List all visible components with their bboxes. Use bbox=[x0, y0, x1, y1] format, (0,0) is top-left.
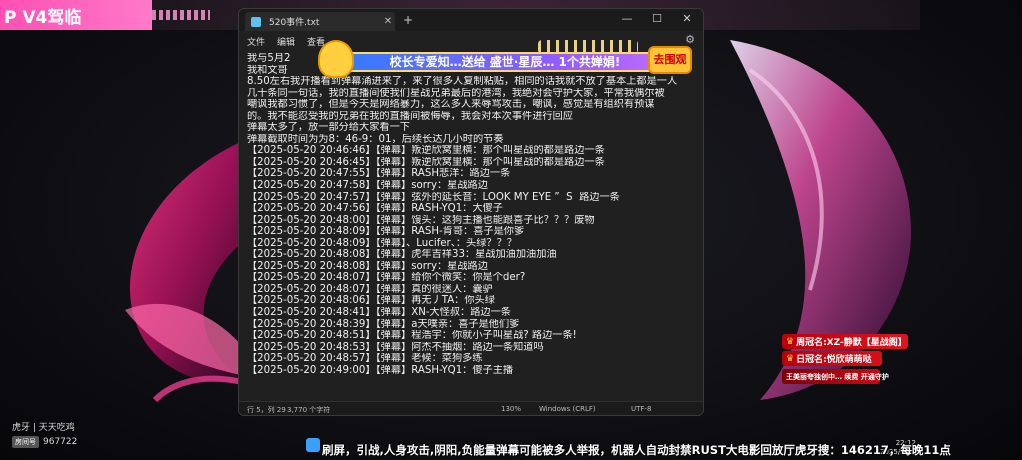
danmaku-line: 【2025-05-20 20:49:00】【弹幕】RASH-YQ1：傻子主播 bbox=[247, 364, 514, 376]
intro-line: 的。我不能忍受我的兄弟在我的直播间被侮辱，我会对本次事件进行回应 bbox=[247, 110, 573, 122]
badge-sparkle-trail bbox=[152, 10, 210, 20]
weekly-sponsor-badge: ♛ 周冠名:XZ-静默【星战阁】 bbox=[782, 334, 908, 349]
danmaku-line: 【2025-05-20 20:48:08】【弹幕】虎年吉祥33：星战加油加油加油 bbox=[247, 249, 557, 261]
danmaku-line: 【2025-05-20 20:46:46】【弹幕】叛逆欣窝里横：那个叫星战的都是… bbox=[247, 145, 605, 157]
status-position: 行 5，列 29 bbox=[247, 406, 286, 414]
tab-close-icon[interactable]: ✕ bbox=[381, 16, 395, 27]
gift-banner-text: 校长专爱知…送给 盛世·星辰… 1个共婵娟! bbox=[389, 55, 621, 69]
menu-file[interactable]: 文件 bbox=[247, 35, 265, 48]
daily-sponsor-badge: ♛ 日冠名:悦欣萌萌哒 bbox=[782, 351, 882, 366]
intro-line: 几十条同一句话，我的直播间使我们星战兄弟最后的港湾，我绝对会守护大家，平常我偶尔… bbox=[247, 87, 665, 99]
danmaku-line: 【2025-05-20 20:46:45】【弹幕】叛逆欣窝里横：那个叫星战的都是… bbox=[247, 156, 605, 168]
sponsor-badges: ♛ 周冠名:XZ-静默【星战阁】 ♛ 日冠名:悦欣萌萌哒 王美丽夸独创中… 续费… bbox=[782, 334, 910, 386]
intro-line: 嘲讽我都习惯了，但是今天是网络暴力，这么多人来辱骂攻击，嘲讽，感觉是有组织有预谋 bbox=[247, 99, 655, 111]
danmaku-line: 【2025-05-20 20:48:09】【弹幕】、Lucifer、：头绿？？？ bbox=[247, 237, 517, 249]
notepad-app-icon bbox=[251, 16, 261, 27]
tab-520-file[interactable]: 520事件.txt ✕ bbox=[245, 12, 395, 31]
danmaku-line: 【2025-05-20 20:47:58】【弹幕】sorry：星战路边 bbox=[247, 180, 488, 192]
desktop-stream-frame: P V4驾临 520事件.txt ✕ + — ☐ ✕ 文件 编辑 查看 ⚙ 我与… bbox=[0, 0, 1022, 460]
status-line-ending: Windows (CRLF) bbox=[539, 405, 596, 413]
taskbar bbox=[306, 438, 320, 452]
intro-line: 弹幕截取时间为为8：46-9：01，后续长达几小时的节奏 bbox=[247, 133, 504, 145]
daily-sponsor-text: 日冠名:悦欣萌萌哒 bbox=[796, 355, 872, 365]
room-number: 967722 bbox=[43, 437, 78, 447]
go-watch-button[interactable]: 去围观 bbox=[648, 46, 692, 74]
status-zoom[interactable]: 130% bbox=[501, 405, 521, 413]
danmaku-line: 【2025-05-20 20:48:07】【弹幕】给你个微笑：你是个der? bbox=[247, 272, 526, 284]
danmaku-line: 【2025-05-20 20:48:07】【弹幕】真的很迷人：囊驴 bbox=[247, 283, 493, 295]
intro-line: 弹幕太多了，放一部分给大家看一下 bbox=[247, 122, 410, 134]
new-tab-button[interactable]: + bbox=[403, 13, 413, 27]
danmaku-line: 【2025-05-20 20:48:00】【弹幕】馒头：这狗主播也能跟喜子比？？… bbox=[247, 214, 595, 226]
weekly-sponsor-text: 周冠名:XZ-静默【星战阁】 bbox=[796, 338, 907, 348]
notepad-statusbar: 行 5，列 29 3,770 个字符 130% Windows (CRLF) U… bbox=[239, 401, 703, 415]
scrolling-notice-ticker: 刷屏，引战,人身攻击,阴阳,负能量弹幕可能被多人举报，机器人自动封禁RUST大电… bbox=[322, 443, 951, 457]
windows-start-icon[interactable] bbox=[306, 438, 320, 452]
danmaku-line: 【2025-05-20 20:47:55】【弹幕】RASH悲洋：路边一条 bbox=[247, 168, 511, 180]
danmaku-line: 【2025-05-20 20:48:06】【弹幕】再无丿TA：你头绿 bbox=[247, 295, 495, 307]
danmaku-line: 【2025-05-20 20:48:09】【弹幕】RASH-肯哥：喜子是你爹 bbox=[247, 226, 525, 238]
status-encoding: UTF-8 bbox=[631, 405, 652, 413]
danmaku-line: 【2025-05-20 20:47:57】【弹幕】弦外的延长音：LOOK MY … bbox=[247, 191, 620, 203]
room-info: 房间号 967722 bbox=[12, 436, 77, 448]
guardian-notice-text: 王美丽夸独创中… 续费 开通守护 bbox=[786, 372, 889, 381]
guardian-notice-badge[interactable]: 王美丽夸独创中… 续费 开通守护 bbox=[782, 369, 889, 384]
menu-edit[interactable]: 编辑 bbox=[277, 35, 295, 48]
streamer-name: 虎牙 | 天天吃鸡 bbox=[12, 423, 75, 433]
maximize-button[interactable]: ☐ bbox=[643, 12, 671, 25]
danmaku-line: 【2025-05-20 20:47:56】【弹幕】RASH-YQ1：大傻子 bbox=[247, 203, 503, 215]
status-char-count: 3,770 个字符 bbox=[287, 406, 331, 414]
danmaku-line: 【2025-05-20 20:48:39】【弹幕】a天噗亲：喜子是他们爹 bbox=[247, 318, 520, 330]
notepad-text-area[interactable]: 我与5月2 我和文哥 8.50左右我开播看到弹幕涌进来了，来了很多人复制粘贴，相… bbox=[247, 53, 693, 405]
danmaku-line: 【2025-05-20 20:48:53】【弹幕】阿杰不抽烟：路边一条知道吗 bbox=[247, 341, 544, 353]
stream-vip-badge: P V4驾临 bbox=[0, 0, 152, 30]
close-window-button[interactable]: ✕ bbox=[673, 12, 701, 25]
gift-announcement-banner: 校长专爱知…送给 盛世·星辰… 1个共婵娟! 去围观 bbox=[318, 40, 692, 78]
gift-mascot-icon bbox=[318, 40, 354, 78]
tab-title: 520事件.txt bbox=[269, 18, 320, 28]
minimize-button[interactable]: — bbox=[613, 12, 641, 25]
room-number-tag: 房间号 bbox=[12, 436, 39, 448]
danmaku-line: 【2025-05-20 20:48:51】【弹幕】程浩宇：你就小子叫星战? 路边… bbox=[247, 330, 577, 342]
danmaku-line: 【2025-05-20 20:48:08】【弹幕】sorry：星战路边 bbox=[247, 260, 488, 272]
danmaku-line: 【2025-05-20 20:48:57】【弹幕】老候：菜狗多练 bbox=[247, 353, 483, 365]
notepad-titlebar[interactable]: 520事件.txt ✕ + — ☐ ✕ bbox=[239, 9, 703, 31]
crown-icon: ♛ bbox=[786, 336, 795, 347]
crown-icon: ♛ bbox=[786, 353, 795, 364]
danmaku-line: 【2025-05-20 20:48:41】【弹幕】XN-大怪叔：路边一条 bbox=[247, 307, 511, 319]
